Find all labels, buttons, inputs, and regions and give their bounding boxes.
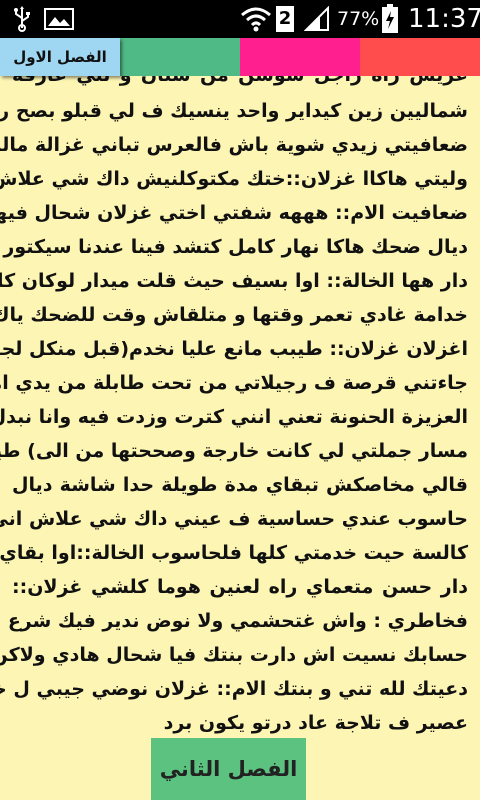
- next-chapter-button[interactable]: الفصل الثاني: [151, 738, 306, 800]
- story-line: حاسوب عندي حساسية ف عيني داك شي علاش اني: [0, 508, 468, 530]
- story-content: عريس راه راجل سوسن من سنان و تني عارقة ش…: [0, 76, 480, 800]
- story-line: ضعافيتي زيدي شوية باش فالعرس تباني غزالة…: [0, 134, 468, 156]
- tab-4[interactable]: [360, 38, 480, 76]
- battery-percent: 77%: [337, 8, 380, 30]
- story-line: مسار جملتي لي كانت خارجة وصححتها من الى)…: [0, 440, 468, 462]
- battery-charging-icon: [381, 0, 399, 38]
- sim-badge: 2: [276, 6, 294, 32]
- wifi-icon: [240, 0, 272, 38]
- story-line: العزيزة الحنونة تعني انني كترت وزدت فيه …: [0, 406, 468, 428]
- story-line: خدامة غادي تعمر وقتها و متلقاش وقت للضحك…: [0, 304, 468, 326]
- story-line: قالي مخاصكش تبقاي مدة طويلة حدا شاشة ديا…: [12, 474, 468, 496]
- tab-chapter-one[interactable]: الفصل الاول: [0, 38, 120, 76]
- story-line: دعيتك لله تني و بنتك الام:: غزلان نوضي ج…: [0, 678, 468, 700]
- story-line: وليتي هاكاا غزلان::ختك مكتوكلنيش داك شي …: [0, 168, 468, 190]
- clock: 11:37: [408, 4, 480, 34]
- story-line: فخاطري : واش غتحشمي ولا نوض ندير فيك شرع…: [0, 610, 468, 632]
- signal-icon: [304, 0, 330, 38]
- story-line: عريس راه راجل سوسن من سنان و تني عارقة: [12, 76, 468, 92]
- story-line: دار هها الخالة:: اوا بسيف حيث قلت ميدار …: [0, 270, 468, 292]
- tab-2[interactable]: [120, 38, 240, 76]
- story-line: شماليين زين كيداير واحد ينسيك ف لي قبلو …: [0, 100, 468, 122]
- usb-icon: [12, 0, 32, 38]
- story-line: جاءتني قرصة ف رجيلاتي من تحت طابلة من يد…: [0, 372, 468, 394]
- image-icon: [44, 0, 74, 38]
- story-line: حسابك نسيت اش دارت بنتك فيا شحال هادي ول…: [0, 644, 468, 666]
- story-line: عصير ف تلاجة عاد درتو يكون برد: [163, 712, 468, 734]
- status-bar: 2 77% 11:37: [0, 0, 480, 38]
- tab-3[interactable]: [240, 38, 360, 76]
- story-line: اغزلان غزلان:: طيبب مانع عليا نخدم(قبل م…: [0, 338, 468, 360]
- story-line: دار حسن متعماي راه لعنين هوما كلشي غزلان…: [12, 576, 468, 598]
- story-line: ديال ضحك هاكا نهار كامل كتشد فينا عندنا …: [0, 236, 468, 258]
- story-line: ضعافيت الام:: هههه شفتي اختي غزلان شحال …: [0, 202, 468, 224]
- story-line: كالسة حيت خدمتي كلها فلحاسوب الخالة::اوا…: [0, 542, 468, 564]
